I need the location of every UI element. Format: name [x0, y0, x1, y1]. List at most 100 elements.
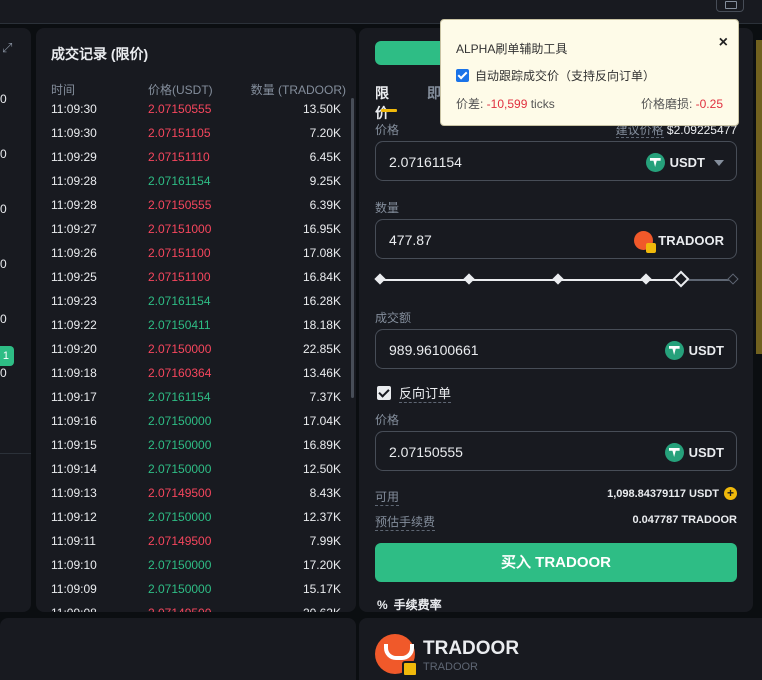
qty-value: 477.87: [389, 232, 432, 248]
usdt-icon: [645, 153, 665, 172]
trade-qty: 13.50K: [302, 102, 341, 116]
available-balance: 1,098.84379117 USDT +: [607, 487, 737, 500]
trade-time: 11:09:18: [51, 366, 97, 380]
checkbox-checked-icon[interactable]: [377, 386, 391, 400]
total-value: 989.96100661: [389, 342, 479, 358]
trade-time: 11:09:28: [51, 174, 97, 188]
trade-time: 11:09:14: [51, 462, 97, 476]
trade-time: 11:09:26: [51, 246, 97, 260]
trade-history-panel: 成交记录 (限价) 时间 价格(USDT) 数量 (TRADOOR) 11:09…: [36, 28, 356, 612]
trade-time: 11:09:28: [51, 198, 97, 212]
trade-time: 11:09:09: [51, 582, 97, 596]
usdt-icon: [664, 443, 684, 462]
left-tick: 0: [0, 366, 7, 380]
trade-time: 11:09:30: [51, 102, 97, 116]
trade-price: 2.07150555: [148, 198, 212, 212]
amount-slider[interactable]: [374, 270, 739, 288]
token-name: TRADOOR: [423, 638, 520, 659]
fee-estimate-label: 预估手续费: [375, 515, 436, 531]
trade-price: 2.07161154: [148, 390, 211, 404]
fee-rate-row[interactable]: % 手续费率: [377, 596, 442, 612]
scrollbar[interactable]: [351, 98, 354, 398]
trade-row: 11:09:30 2.07150555 13.50K: [36, 100, 356, 124]
trade-row: 11:09:25 2.07151100 16.84K: [36, 268, 356, 292]
trade-price: 2.07149500: [148, 486, 212, 500]
price-unit-select[interactable]: USDT: [645, 153, 724, 172]
add-funds-icon[interactable]: +: [724, 487, 737, 500]
slider-thumb[interactable]: [672, 270, 690, 288]
slider-step-50[interactable]: [552, 273, 564, 285]
price-input[interactable]: 2.07161154 USDT: [375, 141, 737, 181]
trade-row: 11:09:14 2.07150000 12.50K: [36, 460, 356, 484]
usdt-icon: [664, 341, 684, 360]
alpha-tool-popup: ALPHA刷单辅助工具 × 自动跟踪成交价（支持反向订单） 价差: -10,59…: [440, 19, 739, 126]
trade-row: 11:09:26 2.07151100 17.08K: [36, 244, 356, 268]
qty-unit: TRADOOR: [634, 231, 724, 253]
close-icon[interactable]: ×: [719, 34, 728, 52]
slider-step-25[interactable]: [463, 273, 475, 285]
price-unit: USDT: [669, 155, 705, 170]
trade-qty: 7.37K: [309, 390, 341, 404]
trade-qty: 18.18K: [302, 318, 341, 332]
trade-price: 2.07151105: [148, 126, 211, 140]
expand-icon[interactable]: ⤢: [2, 40, 12, 56]
token-info-panel: TRADOOR TRADOOR: [359, 618, 762, 680]
trade-time: 11:09:10: [51, 558, 97, 572]
slider-step-0[interactable]: [374, 273, 386, 285]
tab-instant[interactable]: 即: [427, 83, 441, 103]
price-diff-value: -10,599: [486, 97, 528, 111]
reverse-price-unit-label: USDT: [688, 445, 724, 460]
reverse-price-value: 2.07150555: [389, 444, 463, 460]
reverse-price-label: 价格: [375, 413, 400, 427]
slider-step-75[interactable]: [640, 273, 652, 285]
left-panel: ⤢ 0 0 0 0 0 1 0: [0, 28, 31, 612]
slider-step-100[interactable]: [727, 273, 739, 285]
price-diff-unit: ticks: [527, 97, 555, 111]
auto-track-label: 自动跟踪成交价（支持反向订单）: [475, 69, 656, 83]
buy-button[interactable]: 买入 TRADOOR: [375, 543, 737, 582]
trade-qty: 16.28K: [302, 294, 341, 308]
window-icon-button[interactable]: [716, 0, 744, 12]
trade-qty: 8.43K: [309, 486, 341, 500]
trade-row: 11:09:30 2.07151105 7.20K: [36, 124, 356, 148]
qty-input[interactable]: 477.87 TRADOOR: [375, 219, 737, 259]
trade-time: 11:09:11: [51, 534, 96, 548]
trade-row: 11:09:28 2.07161154 9.25K: [36, 172, 356, 196]
reverse-order-checkbox[interactable]: 反向订单: [377, 383, 452, 403]
trade-qty: 17.20K: [302, 558, 341, 572]
chevron-down-icon: [714, 159, 724, 166]
trade-qty: 16.89K: [302, 438, 341, 452]
trade-qty: 6.45K: [309, 150, 341, 164]
trade-row: 11:09:13 2.07149500 8.43K: [36, 484, 356, 508]
trade-price: 2.07150000: [148, 558, 212, 572]
trade-qty: 16.95K: [302, 222, 341, 236]
trade-qty: 22.85K: [302, 342, 341, 356]
left-tick: 0: [0, 202, 7, 216]
trade-price: 2.07150000: [148, 414, 212, 428]
green-badge[interactable]: 1: [0, 346, 14, 366]
reverse-order-label: 反向订单: [399, 383, 452, 403]
trade-price: 2.07151000: [148, 222, 212, 236]
col-header-time: 时间: [51, 83, 76, 97]
trade-row: 11:09:27 2.07151000 16.95K: [36, 220, 356, 244]
trade-time: 11:09:29: [51, 150, 97, 164]
trade-rows: 11:09:30 2.07150555 13.50K 11:09:30 2.071511…: [36, 100, 356, 612]
fee-rate-label: 手续费率: [393, 598, 442, 612]
trade-row: 11:09:29 2.07151110 6.45K: [36, 148, 356, 172]
checkbox-checked-icon[interactable]: [456, 69, 469, 82]
qty-unit-label: TRADOOR: [658, 233, 724, 248]
trade-time: 11:09:17: [51, 390, 97, 404]
tab-limit[interactable]: 限价: [375, 83, 397, 123]
trade-qty: 12.37K: [302, 510, 341, 524]
trade-price: 2.07149500: [148, 534, 212, 548]
trade-row: 11:09:12 2.07150000 12.37K: [36, 508, 356, 532]
trade-qty: 15.17K: [302, 582, 341, 596]
total-input[interactable]: 989.96100661 USDT: [375, 329, 737, 369]
divider: [0, 453, 31, 454]
trade-qty: 17.04K: [302, 414, 341, 428]
trade-row: 11:09:15 2.07150000 16.89K: [36, 436, 356, 460]
trade-row: 11:09:11 2.07149500 7.99K: [36, 532, 356, 556]
tradoor-icon: [634, 231, 657, 253]
auto-track-checkbox[interactable]: 自动跟踪成交价（支持反向订单）: [456, 67, 655, 84]
reverse-price-input[interactable]: 2.07150555 USDT: [375, 431, 737, 471]
